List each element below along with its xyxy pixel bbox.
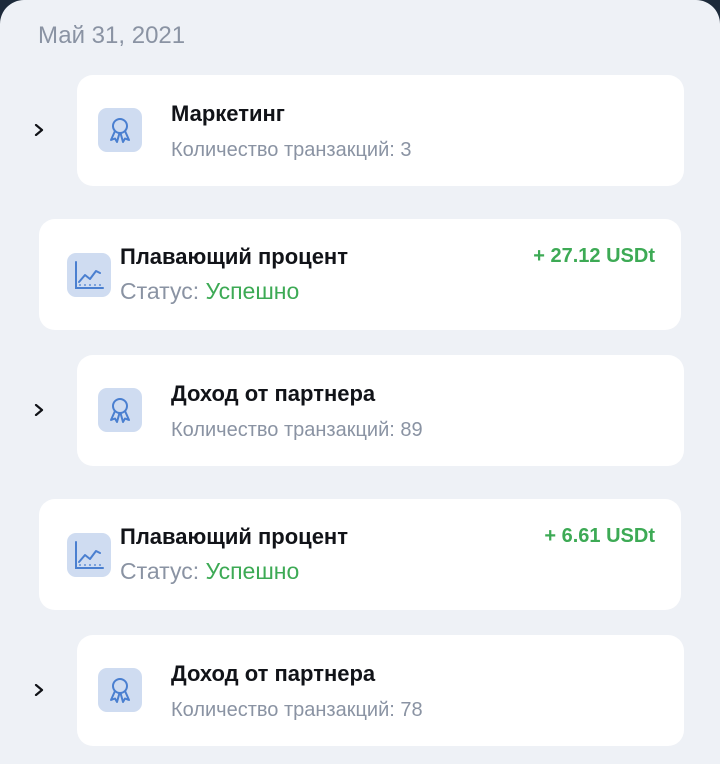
transaction-title: Плавающий процент — [120, 244, 348, 269]
transaction-card[interactable]: Плавающий процент Статус: Успешно + 27.1… — [39, 219, 681, 330]
transaction-status: Статус: Успешно — [120, 278, 299, 305]
transaction-count: Количество транзакций: 3 — [171, 139, 412, 161]
status-value: Успешно — [205, 278, 300, 304]
chevron-right-icon[interactable] — [33, 404, 45, 416]
transaction-group-card[interactable]: Доход от партнера Количество транзакций:… — [77, 635, 684, 746]
transaction-group-card[interactable]: Доход от партнера Количество транзакций:… — [77, 355, 684, 466]
transaction-status: Статус: Успешно — [120, 558, 299, 585]
chart-trend-icon — [67, 533, 111, 577]
transaction-amount: + 6.61 USDt — [544, 525, 655, 547]
chevron-right-icon[interactable] — [33, 684, 45, 696]
status-value: Успешно — [205, 558, 300, 584]
status-label: Статус: — [120, 558, 200, 584]
transaction-count: Количество транзакций: 89 — [171, 419, 423, 441]
transaction-amount: + 27.12 USDt — [533, 245, 655, 267]
group-title: Доход от партнера — [171, 381, 376, 406]
transaction-card[interactable]: Плавающий процент Статус: Успешно + 6.61… — [39, 499, 681, 610]
date-header: Май 31, 2021 — [38, 22, 186, 49]
transaction-count: Количество транзакций: 78 — [171, 699, 423, 721]
award-icon — [98, 108, 142, 152]
group-title: Доход от партнера — [171, 661, 376, 686]
transaction-history-panel: Май 31, 2021 Маркетинг Количество транза… — [0, 0, 720, 764]
chevron-right-icon[interactable] — [33, 124, 45, 136]
award-icon — [98, 388, 142, 432]
transaction-title: Плавающий процент — [120, 524, 348, 549]
group-title: Маркетинг — [171, 101, 285, 126]
status-label: Статус: — [120, 278, 200, 304]
transaction-group-card[interactable]: Маркетинг Количество транзакций: 3 — [77, 75, 684, 186]
award-icon — [98, 668, 142, 712]
chart-trend-icon — [67, 253, 111, 297]
